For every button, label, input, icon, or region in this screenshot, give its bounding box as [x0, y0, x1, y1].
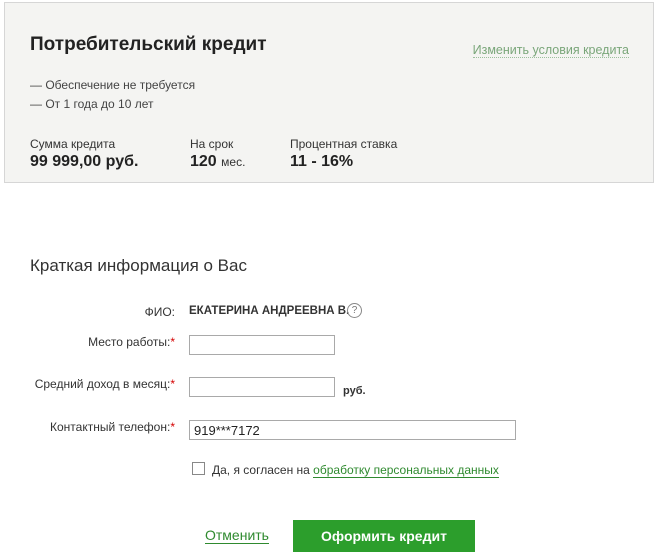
consent-text: Да, я согласен на обработку персональных… — [212, 463, 499, 478]
phone-input[interactable] — [189, 420, 516, 440]
term-number: 120 — [190, 153, 217, 170]
submit-credit-button[interactable]: Оформить кредит — [293, 520, 475, 552]
consent-checkbox[interactable] — [192, 462, 205, 475]
credit-summary-panel: Потребительский кредит Изменить условия … — [4, 2, 654, 183]
required-mark: * — [170, 420, 175, 434]
amount-metric: Сумма кредита 99 999,00 руб. — [30, 137, 138, 171]
workplace-label: Место работы:* — [0, 335, 175, 349]
credit-features: — Обеспечение не требуется — От 1 года д… — [30, 76, 195, 114]
feature-item: — От 1 года до 10 лет — [30, 97, 154, 111]
form-title: Краткая информация о Вас — [30, 256, 247, 275]
rate-label: Процентная ставка — [290, 137, 398, 151]
rate-value: 11 - 16% — [290, 153, 354, 170]
rate-metric: Процентная ставка 11 - 16% — [290, 137, 397, 171]
credit-title: Потребительский кредит — [30, 34, 267, 55]
income-label-text: Средний доход в месяц: — [34, 377, 171, 391]
consent-label: Да, я согласен на — [212, 463, 314, 477]
income-unit: руб. — [343, 385, 366, 397]
change-conditions-link[interactable]: Изменить условия кредита — [472, 43, 629, 58]
amount-value: 99 999,00 руб. — [30, 153, 139, 170]
workplace-label-text: Место работы: — [88, 335, 171, 349]
personal-data-link[interactable]: обработку персональных данных — [313, 463, 499, 478]
required-mark: * — [170, 377, 175, 391]
income-input[interactable] — [189, 377, 335, 397]
fio-label: ФИО: — [144, 305, 175, 319]
term-label: На срок — [190, 137, 234, 151]
phone-label: Контактный телефон:* — [0, 420, 175, 434]
help-icon[interactable]: ? — [347, 303, 362, 318]
phone-label-text: Контактный телефон: — [50, 420, 171, 434]
fio-value: ЕКАТЕРИНА АНДРЕЕВНА В. — [189, 305, 350, 317]
workplace-input[interactable] — [189, 335, 335, 355]
term-unit: мес. — [221, 155, 246, 169]
term-metric: На срок 120 мес. — [190, 137, 245, 171]
cancel-link[interactable]: Отменить — [205, 527, 269, 544]
amount-label: Сумма кредита — [30, 137, 116, 151]
income-label: Средний доход в месяц:* — [0, 377, 175, 391]
term-value: 120 мес. — [190, 153, 245, 171]
feature-item: — Обеспечение не требуется — [30, 78, 196, 92]
required-mark: * — [170, 335, 175, 349]
